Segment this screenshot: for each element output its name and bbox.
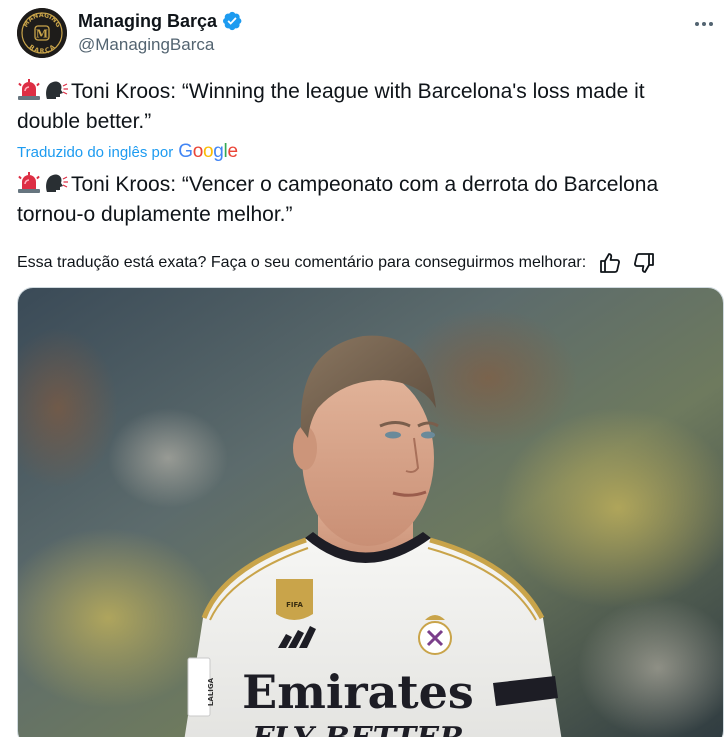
verified-badge-icon[interactable] — [221, 10, 243, 32]
thumbs-up-icon[interactable] — [598, 251, 622, 275]
speaking-head-emoji-icon — [46, 174, 68, 192]
more-options-icon[interactable] — [690, 14, 718, 34]
display-name[interactable]: Managing Barça — [78, 11, 217, 32]
siren-emoji-icon — [18, 79, 40, 100]
translation-feedback: Essa tradução está exata? Faça o seu com… — [17, 251, 656, 275]
laliga-sleeve-text: LALIGA — [207, 677, 215, 706]
jersey-sponsor-line2: FLY BETTER — [251, 721, 464, 737]
google-logo: Google — [178, 141, 238, 162]
siren-emoji-icon — [18, 172, 40, 193]
feedback-prompt: Essa tradução está exata? Faça o seu com… — [17, 254, 587, 271]
avatar-logo-letter: M — [36, 28, 48, 41]
tweet-photo[interactable]: FIFA LALIGA Emirates FLY BETTER — [17, 287, 724, 737]
tweet-header: MANAGING BARÇA M Managing Barça @Managin… — [17, 8, 724, 64]
translated-text-content: Toni Kroos: “Vencer o campeonato com a d… — [17, 173, 659, 226]
managing-barca-logo: MANAGING BARÇA M — [17, 8, 67, 58]
speaking-head-emoji-icon — [46, 81, 68, 99]
name-row: Managing Barça — [78, 10, 243, 32]
tweet-translated-text: Toni Kroos: “Vencer o campeonato com a d… — [17, 170, 707, 230]
avatar[interactable]: MANAGING BARÇA M — [17, 8, 67, 58]
original-text-content: Toni Kroos: “Winning the league with Bar… — [17, 80, 645, 133]
translated-by-line: Traduzido do inglês por Google — [17, 141, 238, 163]
translated-by-label[interactable]: Traduzido do inglês por — [17, 144, 173, 161]
handle[interactable]: @ManagingBarca — [78, 35, 214, 55]
tweet-original-text: Toni Kroos: “Winning the league with Bar… — [17, 77, 707, 137]
fifa-badge-text: FIFA — [286, 601, 303, 609]
jersey-sponsor-line1: Emirates — [242, 665, 474, 719]
thumbs-down-icon[interactable] — [632, 251, 656, 275]
player-photo: FIFA LALIGA Emirates FLY BETTER — [18, 288, 723, 737]
